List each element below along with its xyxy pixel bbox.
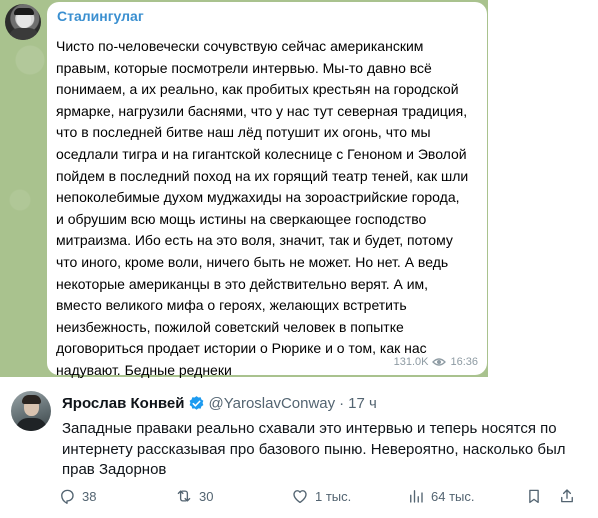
reply-icon: [61, 489, 74, 504]
telegram-chat-background: Сталингулаг Чисто по-человечески сочувст…: [0, 0, 488, 378]
like-count: 1 тыс.: [315, 488, 352, 504]
user-avatar[interactable]: [11, 391, 51, 431]
channel-avatar[interactable]: [5, 4, 41, 40]
reply-button[interactable]: 38: [58, 487, 96, 505]
message-line: Чисто по-человечески сочувствую сейчас а…: [56, 38, 424, 54]
analytics-icon: [410, 490, 423, 503]
bookmark-button[interactable]: [525, 487, 543, 505]
separator-dot: ·: [339, 395, 345, 412]
message-line: что в последней битве наш лёд потушит их…: [56, 124, 431, 141]
message-line: вместо великого мифа о героях, желающих …: [56, 297, 407, 314]
views-count: 131.0K: [393, 356, 429, 368]
message-text: Чисто по-человечески сочувствую сейчас а…: [56, 36, 481, 382]
user-handle[interactable]: @YaroslavConway: [208, 395, 335, 412]
like-button[interactable]: 1 тыс.: [291, 487, 351, 505]
message-time: 16:36: [450, 356, 478, 368]
tweet-header: Ярослав Конвей @YaroslavConway · 17 ч: [62, 395, 377, 412]
avatar-coat: [9, 28, 39, 40]
avatar-hair: [22, 395, 41, 404]
message-meta: 131.0K 16:36: [394, 356, 478, 368]
eye-icon: [432, 358, 447, 366]
share-button[interactable]: [558, 487, 576, 505]
channel-name[interactable]: Сталингулаг: [57, 8, 144, 24]
reply-count: 38: [82, 488, 97, 504]
avatar-body: [16, 418, 47, 431]
tweet-line: прав Задорнов: [62, 461, 167, 478]
verified-badge-icon: [190, 396, 204, 410]
message-line: что иного, кроме воли, ничего быть не мо…: [56, 253, 449, 270]
views-count: 64 тыс.: [431, 488, 475, 504]
heart-icon: [293, 490, 307, 504]
share-icon: [561, 489, 573, 503]
avatar-cap: [14, 8, 34, 15]
message-line: оседлали тигра и на гигантской колеснице…: [56, 145, 467, 162]
tweet-line: интернету рассказывая про базового пыню.…: [62, 440, 566, 458]
retweet-count: 30: [199, 488, 214, 504]
message-line: некоторые американцы в это действительно…: [56, 275, 429, 292]
tweet-line: Западные праваки реально схавали это инт…: [62, 420, 557, 437]
message-line: правым, которые посмотрели интервью. Мы-…: [56, 59, 432, 76]
message-line: понимаем, а их реально, как пробитых кре…: [56, 81, 459, 98]
message-line: неизбежность, пожилой советский человек …: [56, 318, 404, 335]
tweet-text: Западные праваки реально схавали это инт…: [62, 419, 582, 481]
message-bubble: Сталингулаг Чисто по-человечески сочувст…: [47, 2, 487, 378]
message-line: непоколебимые духом муджахиды на зороаст…: [56, 189, 460, 206]
tweet-time[interactable]: 17 ч: [348, 395, 377, 412]
retweet-button[interactable]: 30: [175, 487, 213, 505]
message-line: и обрушим всю мощь истины на сверкающее …: [56, 210, 427, 227]
views-button[interactable]: 64 тыс.: [407, 487, 474, 505]
message-line: митраизма. Ибо есть на это воля, значит,…: [56, 232, 453, 249]
tweet-actions: 38 30 1 тыс. 64 тыс.: [58, 487, 588, 507]
retweet-icon: [177, 490, 191, 502]
bookmark-icon: [529, 489, 539, 504]
message-line: ярмарке, нагрузили баснями, что у нас ту…: [56, 102, 468, 119]
user-display-name[interactable]: Ярослав Конвей: [62, 395, 184, 412]
message-line: пойдем в последний поход на их горящий т…: [56, 167, 469, 184]
